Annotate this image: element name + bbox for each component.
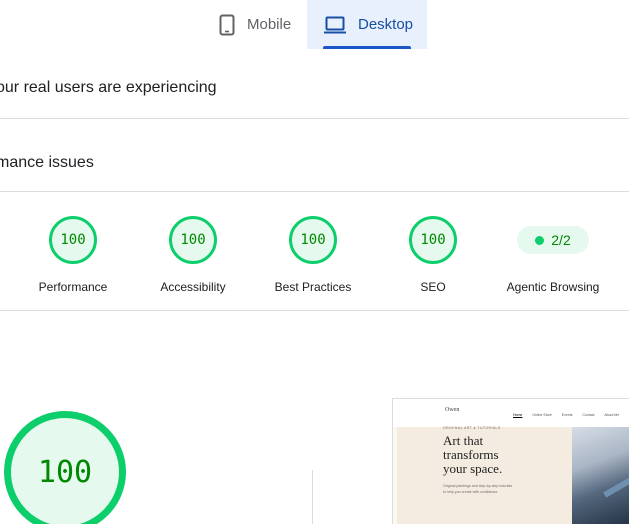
thumbnail-nav-links: Home Online Store Events Contact About M… (513, 413, 628, 417)
thumbnail-nav: Owen Home Online Store Events Contact Ab… (393, 399, 629, 427)
tab-desktop[interactable]: Desktop (307, 0, 427, 49)
gauge-label: Accessibility (160, 280, 226, 294)
real-users-heading: our real users are experiencing (0, 79, 217, 96)
gauge-label: Performance (38, 280, 108, 294)
gauge-agentic-browsing[interactable]: 2/2 Agentic Browsing (493, 216, 613, 294)
thumbnail-nav-link: Contact (582, 413, 595, 417)
tab-desktop-label: Desktop (358, 16, 414, 33)
thumbnail-artwork-image (572, 427, 629, 524)
thumbnail-nav-link: Events (561, 413, 573, 417)
vertical-divider (312, 470, 313, 524)
headline-line: Art that (443, 433, 484, 448)
gauge-accessibility[interactable]: 100 Accessibility (133, 216, 253, 294)
laptop-icon (324, 14, 346, 36)
main-performance-score: 100 (4, 411, 126, 524)
gauge-performance[interactable]: 100 Performance (13, 216, 133, 294)
agentic-score-pill: 2/2 (517, 226, 589, 254)
tab-mobile-label: Mobile (247, 16, 292, 33)
pass-dot-icon (535, 235, 545, 245)
gauge-label: SEO (420, 280, 446, 294)
headline-line: transforms (443, 447, 499, 462)
smartphone-icon (219, 14, 235, 36)
agentic-score-value: 2/2 (551, 232, 571, 248)
headline-line: your space. (443, 461, 503, 476)
score-ring: 100 (289, 216, 337, 264)
thumbnail-headline: Art that transforms your space. (443, 434, 502, 476)
thumbnail-nav-link: Online Store (532, 413, 552, 417)
performance-issues-heading: mance issues (0, 154, 94, 171)
gauge-label: Agentic Browsing (506, 280, 600, 294)
tab-mobile[interactable]: Mobile (207, 0, 307, 49)
gauge-seo[interactable]: 100 SEO (373, 216, 493, 294)
thumbnail-logo: Owen (445, 407, 460, 413)
gauge-label: Best Practices (274, 280, 352, 294)
thumbnail-nav-link: About Me (604, 413, 620, 417)
thumbnail-eyebrow: ORIGINAL ART & TUTORIALS (443, 426, 501, 430)
category-scores: 100 Performance 100 Accessibility 100 Be… (0, 192, 629, 311)
thumbnail-subtext: Original paintings and step-by-step tuto… (443, 483, 543, 495)
thumbnail-nav-link: Home (513, 413, 523, 417)
artwork-stripe (603, 472, 629, 498)
device-tabs: Mobile Desktop (207, 0, 427, 49)
gauge-best-practices[interactable]: 100 Best Practices (253, 216, 373, 294)
subtext-line: to help you create with confidence. (443, 490, 499, 494)
performance-issues-section[interactable]: mance issues (0, 119, 629, 192)
real-users-section[interactable]: our real users are experiencing (0, 50, 629, 119)
page-screenshot-thumbnail[interactable]: Owen Home Online Store Events Contact Ab… (392, 398, 629, 524)
score-ring: 100 (409, 216, 457, 264)
score-ring: 100 (169, 216, 217, 264)
score-ring: 100 (49, 216, 97, 264)
